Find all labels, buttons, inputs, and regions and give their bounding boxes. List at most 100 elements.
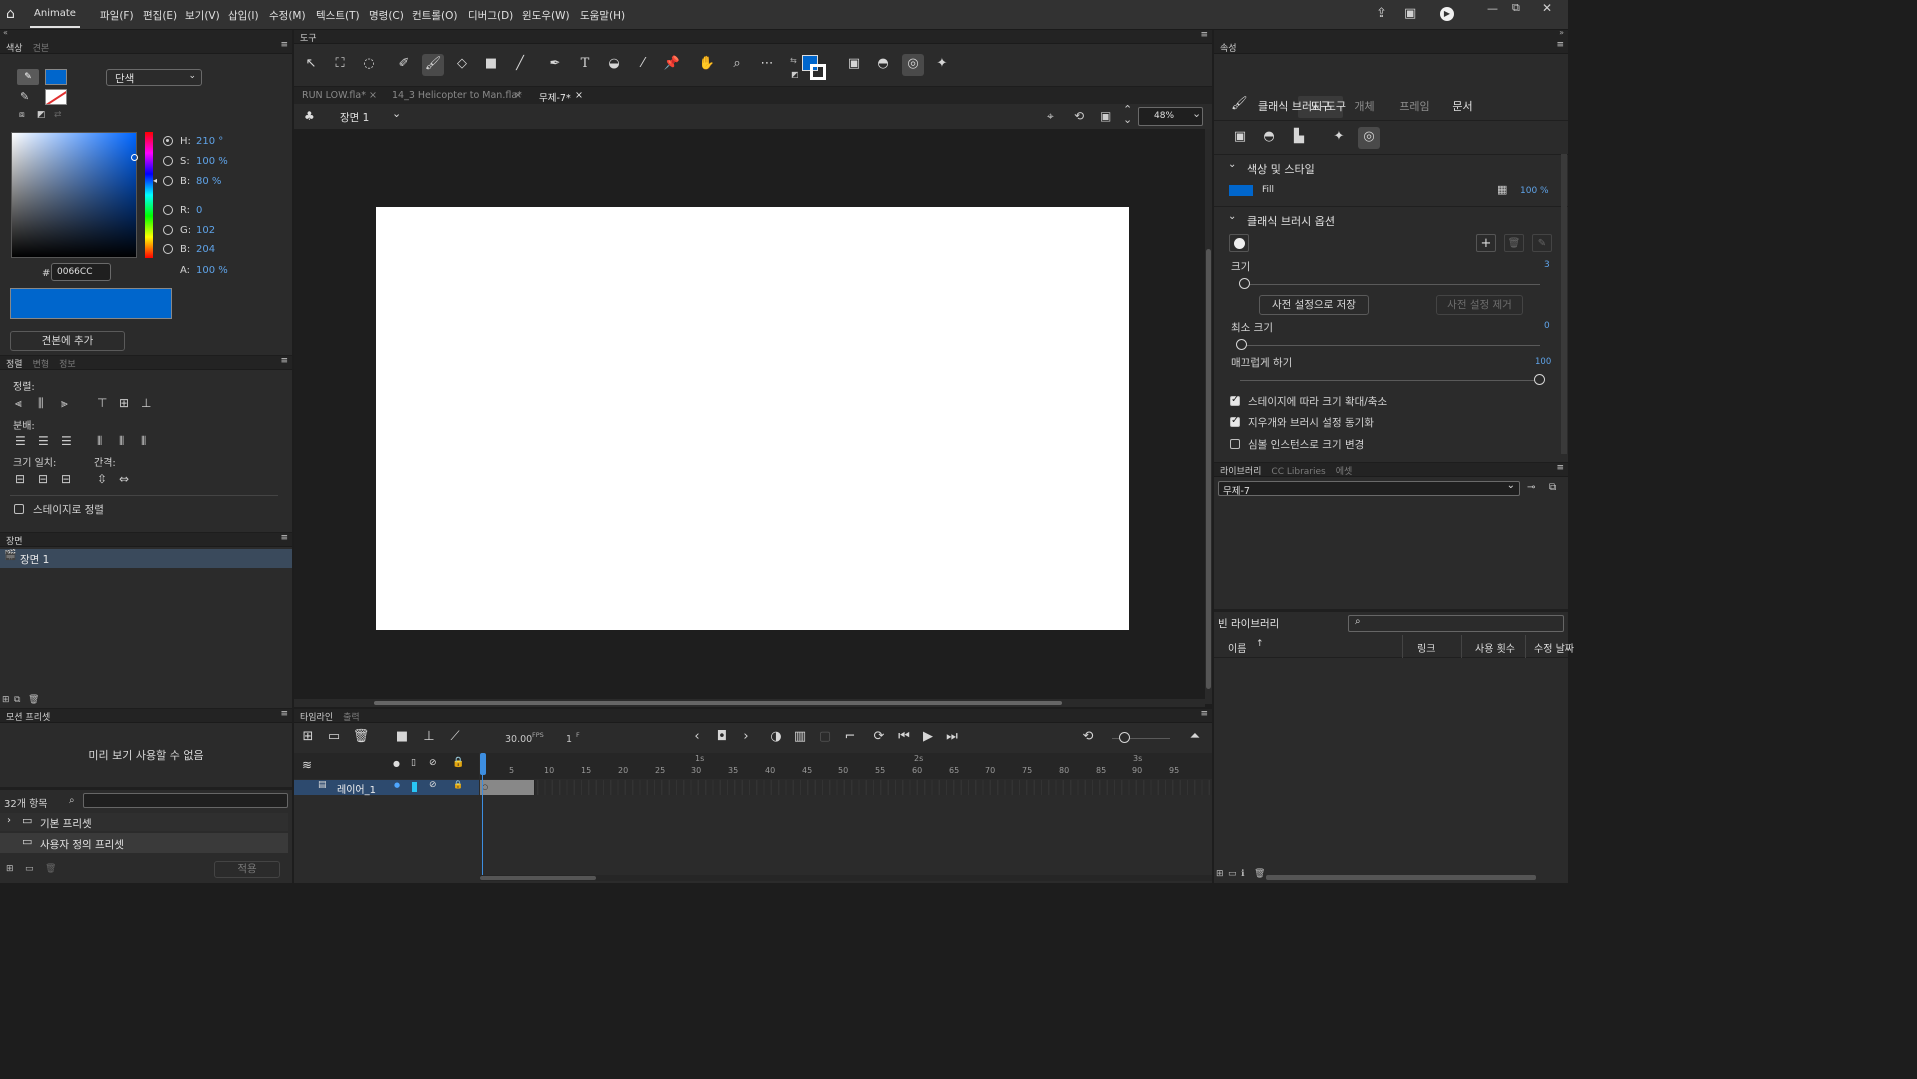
radio-h[interactable] [163,136,173,146]
menu-debug[interactable]: 디버그(D) [468,8,513,23]
menu-help[interactable]: 도움말(H) [580,8,625,23]
distribute-vcenter-icon[interactable]: ☰ [38,434,49,448]
insert-keyframe-icon[interactable]: ◘ [711,727,733,749]
checker-icon[interactable]: ▦ [1497,183,1507,196]
distribute-right-icon[interactable]: ⦀ [141,434,146,449]
min-size-slider-knob[interactable] [1236,339,1247,350]
object-drawing-mode-icon[interactable]: ▣ [1229,127,1251,149]
distribute-hcenter-icon[interactable]: ⦀ [119,434,124,449]
panel-menu-icon[interactable]: ≡ [1556,40,1564,50]
properties-scrollbar[interactable] [1561,154,1567,454]
tab-align[interactable]: 정렬 [6,360,23,370]
share-icon[interactable]: ⇪ [1376,6,1387,21]
default-colors-icon[interactable]: ◩ [791,70,799,79]
r-value[interactable]: 0 [196,205,202,216]
home-icon[interactable]: ⌂ [6,6,15,22]
pin-library-icon[interactable]: ⊸ [1527,482,1535,493]
picker-cursor[interactable] [131,154,138,161]
align-vcenter-icon[interactable]: ⊞ [119,396,129,410]
stage-canvas[interactable] [376,207,1129,630]
menu-file[interactable]: 파일(F) [100,8,134,23]
frame-zoom-knob[interactable] [1119,732,1130,743]
match-both-icon[interactable]: ⊟ [61,472,71,486]
close-icon[interactable]: × [369,90,377,101]
hand-tool-icon[interactable]: ✋ [696,54,718,76]
brush-mode-icon[interactable]: ▙ [1288,127,1310,149]
panel-menu-icon[interactable]: ≡ [1200,709,1208,719]
default-colors-icon[interactable]: ⧈ [19,110,25,120]
step-forward-icon[interactable]: ⏭ [941,727,963,749]
size-slider-track[interactable] [1240,284,1540,285]
zoom-tool-icon[interactable]: ⌕ [726,54,748,76]
tab-color[interactable]: 색상 [6,44,23,54]
panel-menu-icon[interactable]: ≡ [1556,463,1564,473]
alpha-value[interactable]: 100 % [196,265,228,276]
loop-icon[interactable]: ⟳ [868,727,890,749]
col-name[interactable]: 이름 [1228,640,1246,655]
add-scene-icon[interactable]: ⊞ [2,695,10,705]
properties-icon[interactable]: ℹ [1241,869,1244,879]
menu-commands[interactable]: 명령(C) [369,8,404,23]
distribute-top-icon[interactable]: ☰ [15,434,26,448]
tab-output[interactable]: 출력 [343,713,360,723]
stroke-fill-selector[interactable]: ✎ [17,69,39,85]
align-left-icon[interactable]: ⫷ [15,396,22,411]
doc-tab-untitled[interactable]: 무제-7* [539,90,571,104]
section-color-style[interactable]: 색상 및 스타일 [1247,161,1315,177]
menu-modify[interactable]: 수정(M) [269,8,306,23]
delete-item-icon[interactable]: 🗑 [1254,869,1265,879]
delete-layer-icon[interactable]: 🗑 [350,727,372,749]
align-right-icon[interactable]: ⫸ [61,396,68,411]
menu-insert[interactable]: 삽입(I) [228,8,259,23]
hex-input[interactable]: 0066CC [51,263,111,281]
duplicate-scene-icon[interactable]: ⧉ [14,695,20,705]
brush-shape-selector[interactable] [1229,234,1249,252]
panel-menu-icon[interactable]: ≡ [280,40,288,50]
col-linkage[interactable]: 링크 [1417,640,1435,655]
test-movie-icon[interactable]: ▶ [1440,7,1454,21]
min-size-value[interactable]: 0 [1544,321,1550,331]
library-document-select[interactable]: 무제-7 ⌄ [1218,480,1520,497]
play-icon[interactable]: ▶ [917,727,939,749]
highlight-icon[interactable]: ● [393,759,400,768]
scale-symbol-checkbox[interactable] [1230,439,1240,449]
minimize-icon[interactable]: — [1487,2,1498,15]
smoothing-slider-knob[interactable] [1534,374,1545,385]
next-keyframe-icon[interactable]: › [735,727,757,749]
tab-assets[interactable]: 에셋 [1336,467,1353,477]
pen-tool-icon[interactable]: ✒ [544,54,566,76]
chevron-down-icon[interactable]: ⌄ [1228,211,1236,222]
timeline-horizontal-scrollbar[interactable] [480,875,1212,881]
expand-icon[interactable]: » [1559,28,1564,37]
swap-colors-icon[interactable]: ⇆ [790,56,797,65]
layer-visibility-icon[interactable]: ⊘ [429,780,437,790]
hue-slider-arrow[interactable]: ◂ [153,176,157,185]
selection-tool-icon[interactable]: ↖ [300,54,322,76]
current-frame[interactable]: 1 [566,734,572,745]
preset-search-input[interactable] [83,793,288,808]
new-folder-icon[interactable]: ▭ [323,727,345,749]
eraser-tool-icon[interactable]: ◇ [451,54,473,76]
panel-menu-icon[interactable]: ≡ [280,356,288,366]
line-tool-icon[interactable]: ╱ [509,54,531,76]
zoom-dropdown-icon[interactable]: ⌄ [1192,107,1201,120]
outline-icon[interactable]: ▯ [411,758,416,768]
frame-ruler[interactable]: 1s 2s 3s 5 10 15 20 25 30 35 40 45 50 55… [480,753,1212,779]
add-to-swatches-button[interactable]: 견본에 추가 [10,331,125,351]
size-value[interactable]: 3 [1544,260,1550,270]
delete-brush-icon[interactable]: 🗑 [1504,234,1524,252]
col-date-modified[interactable]: 수정 날짜 [1534,640,1574,655]
color-type-dropdown[interactable]: 단색 ⌄ [106,69,202,86]
edit-multiple-frames-icon[interactable]: ▥ [789,727,811,749]
panel-menu-icon[interactable]: ≡ [280,533,288,543]
close-window-icon[interactable]: ✕ [1542,1,1552,15]
center-stage-icon[interactable]: ⌖ [1047,109,1054,124]
s-value[interactable]: 100 % [196,156,228,167]
chevron-right-icon[interactable]: › [7,815,11,826]
hue-slider[interactable] [145,132,153,258]
sync-eraser-checkbox[interactable] [1230,415,1240,427]
doc-tab-helicopter[interactable]: 14_3 Helicopter to Man.fla* [392,90,522,101]
insert-tween-icon[interactable]: ⌐ [839,727,861,749]
doc-tab-run-low[interactable]: RUN LOW.fla* [302,90,366,101]
layer-color-swatch[interactable] [412,782,417,792]
